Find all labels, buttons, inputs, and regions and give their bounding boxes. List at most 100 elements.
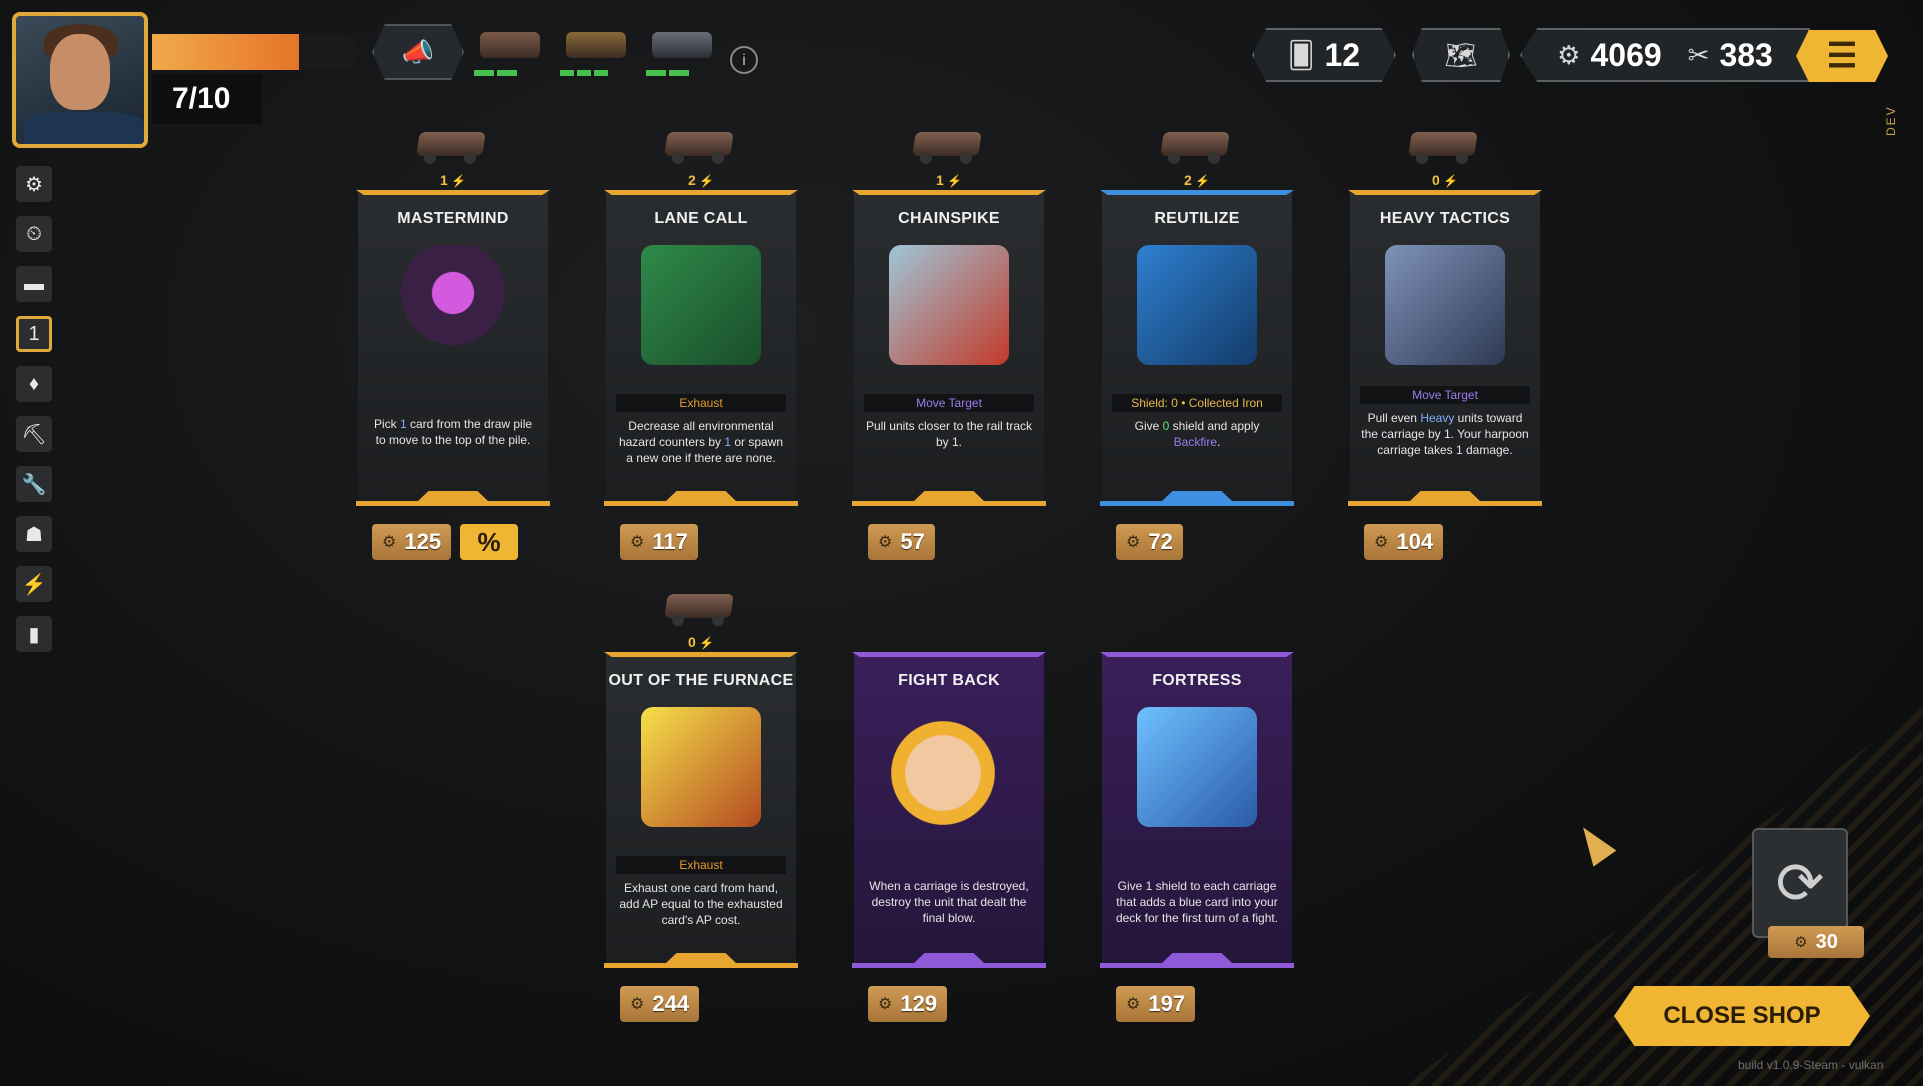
card-name: FIGHT BACK	[898, 672, 1000, 689]
card-price[interactable]: ⚙ 244	[620, 986, 700, 1022]
card-price[interactable]: ⚙ 104	[1364, 524, 1444, 560]
description-text: Backfire	[1173, 435, 1217, 449]
card-description: Give 0 shield and apply Backfire.	[1112, 418, 1282, 450]
price-value: 117	[652, 529, 688, 554]
currency-panel: ⚙ 4069 ✂ 383	[1520, 28, 1810, 82]
info-icon[interactable]: i	[730, 46, 758, 74]
lightning-relic[interactable]: ⚡	[16, 566, 52, 602]
shop-card[interactable]: HEAVY TACTICS Move Target Pull even Heavy …	[1348, 190, 1542, 506]
card-ap-cost: 0 ⚡	[1430, 172, 1460, 188]
shop-card[interactable]: LANE CALL Exhaust Decrease all environment…	[604, 190, 798, 506]
scrap-icon: ⚙	[1126, 534, 1141, 551]
cloak-relic[interactable]: ▮	[16, 616, 52, 652]
map-button[interactable]: 🗺	[1412, 28, 1510, 82]
captain-portrait[interactable]	[12, 12, 148, 148]
carriage-icon	[1154, 118, 1240, 168]
card-price[interactable]: ⚙ 72	[1116, 524, 1183, 560]
card-art	[889, 245, 1009, 365]
shop-card[interactable]: CHAINSPIKE Move Target Pull units closer t…	[852, 190, 1046, 506]
carriage-health	[560, 70, 608, 76]
scrap-icon: ⚙	[1374, 534, 1389, 551]
card-ap-cost: 1 ⚡	[934, 172, 964, 188]
price-value: 244	[652, 991, 690, 1016]
card-tag: Shield: 0 • Collected Iron	[1112, 394, 1282, 412]
card-name: FORTRESS	[1152, 672, 1242, 689]
carriage-crane[interactable]	[560, 20, 632, 76]
deck-button[interactable]: 🂠 12	[1252, 28, 1396, 82]
carriage-cannon[interactable]	[474, 20, 546, 76]
description-text: Pick	[373, 417, 400, 431]
card-art	[889, 707, 1009, 827]
hamburger-icon: ☰	[1826, 37, 1858, 75]
card-description: When a carriage is destroyed, destroy th…	[864, 878, 1034, 926]
megaphone-icon: 📣	[401, 36, 435, 67]
card-ap-cost: 2 ⚡	[686, 172, 716, 188]
reroll-button[interactable]: ⟳	[1752, 828, 1848, 938]
cannon-relic[interactable]: ▬	[16, 266, 52, 302]
shop-card[interactable]: OUT OF THE FURNACE Exhaust Exhaust one car…	[604, 652, 798, 968]
shop-card[interactable]: REUTILIZE Shield: 0 • Collected Iron Give …	[1100, 190, 1294, 506]
clock-relic[interactable]: ⏲	[16, 216, 52, 252]
card-price[interactable]: ⚙ 197	[1116, 986, 1196, 1022]
reroll-price-value: 30	[1815, 930, 1838, 953]
lightning-icon: ⚡	[695, 636, 715, 650]
shop-card[interactable]: MASTERMIND Pick 1 card from the draw pile…	[356, 190, 550, 506]
scrap-icon: ⚙	[630, 996, 645, 1013]
horn-button[interactable]: 📣	[372, 24, 464, 80]
refresh-icon: ⟳	[1775, 851, 1825, 916]
deck-count: 12	[1324, 36, 1361, 73]
number-one-relic[interactable]: 1	[16, 316, 52, 352]
carriage-plow[interactable]	[646, 20, 718, 76]
carriage-icon	[1402, 118, 1488, 168]
card-art	[393, 245, 513, 365]
card-price[interactable]: ⚙ 117	[620, 524, 698, 560]
description-text: 1	[399, 417, 407, 431]
health-bar-fill	[152, 34, 299, 70]
card-tag: Exhaust	[616, 394, 786, 412]
map-icon: 🗺	[1444, 39, 1478, 70]
reroll-price: ⚙ 30	[1768, 926, 1864, 958]
description-text: Pull units closer to the rail track by 1…	[865, 419, 1033, 449]
discount-badge: %	[460, 524, 518, 560]
carriage-health	[474, 70, 517, 76]
card-price[interactable]: ⚙ 57	[868, 524, 935, 560]
price-value: 72	[1148, 529, 1173, 554]
scrap-icon: ⚙	[878, 534, 893, 551]
carriage-body	[480, 32, 540, 58]
scrap-icon: ⚙	[1557, 39, 1581, 70]
scrap-icon: ⚙	[630, 534, 645, 551]
card-name: OUT OF THE FURNACE	[608, 672, 794, 689]
card-description: Pull even Heavy units toward the carriag…	[1360, 410, 1530, 458]
build-version: build v1.0.9-Steam - vulkan	[1738, 1058, 1884, 1072]
ap-cost-value: 2	[1183, 172, 1192, 188]
scrap-icon: ⚙	[1794, 934, 1808, 951]
ap-cost-value: 0	[1431, 172, 1440, 188]
close-shop-button[interactable]: CLOSE SHOP	[1614, 986, 1870, 1046]
lightning-icon: ⚡	[695, 174, 715, 188]
ap-cost-value: 1	[439, 172, 448, 188]
lantern-relic[interactable]: ♦	[16, 366, 52, 402]
portrait-face	[50, 34, 110, 110]
price-value: 129	[900, 991, 938, 1016]
wrench-relic[interactable]: 🔧	[16, 466, 52, 502]
card-description: Pick 1 card from the draw pile to move t…	[368, 416, 538, 448]
mask-relic[interactable]: ☗	[16, 516, 52, 552]
portrait-coat	[24, 112, 144, 144]
menu-button[interactable]: ☰	[1796, 30, 1888, 82]
lightning-icon: ⚡	[943, 174, 963, 188]
scrap-icon: ⚙	[878, 996, 893, 1013]
card-price[interactable]: ⚙ 125	[372, 524, 452, 560]
shop-card[interactable]: FORTRESS Give 1 shield to each carriage t…	[1100, 652, 1294, 968]
card-tag: Move Target	[864, 394, 1034, 412]
card-art	[1137, 245, 1257, 365]
card-name: LANE CALL	[654, 210, 748, 227]
lightning-icon: ⚡	[1439, 174, 1459, 188]
gear-relic[interactable]: ⚙	[16, 166, 52, 202]
description-text: shield and apply	[1169, 419, 1260, 433]
card-price[interactable]: ⚙ 129	[868, 986, 948, 1022]
card-art	[1137, 707, 1257, 827]
ap-cost-value: 1	[935, 172, 944, 188]
pickaxe-relic[interactable]: ⛏	[16, 416, 52, 452]
shop-card[interactable]: FIGHT BACK When a carriage is destroyed, …	[852, 652, 1046, 968]
carriage-health	[646, 70, 689, 76]
